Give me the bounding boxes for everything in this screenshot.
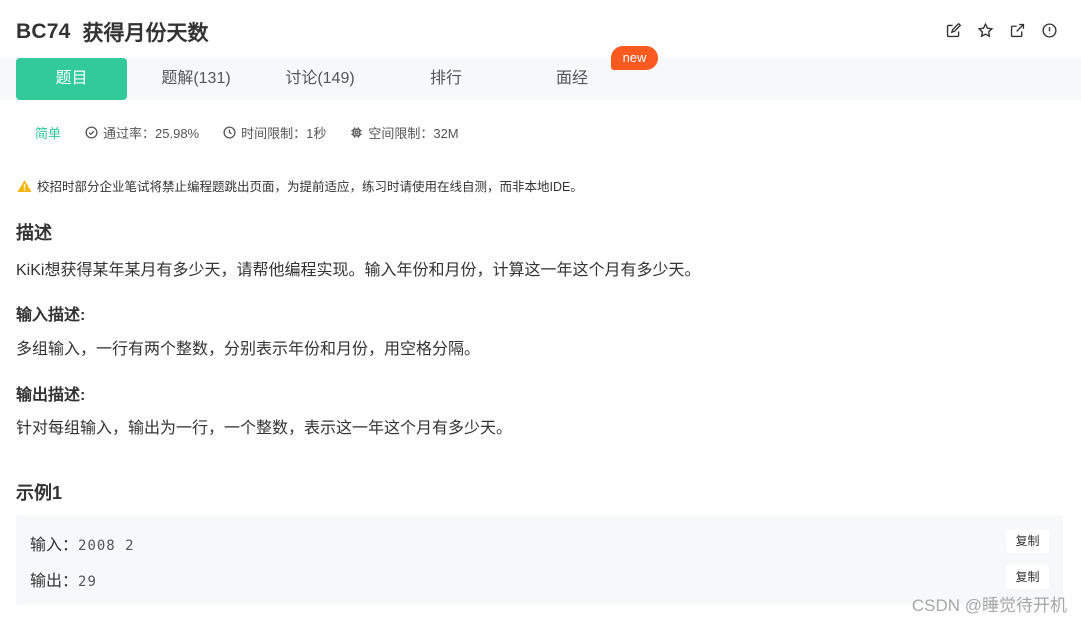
output-desc-heading: 输出描述: <box>16 387 86 404</box>
chip-icon <box>351 126 362 138</box>
title-actions <box>943 20 1059 40</box>
space-limit-text: 空间限制：32M <box>368 125 459 141</box>
difficulty-label: 简单 <box>35 125 62 141</box>
problem-code: BC74 <box>16 20 71 43</box>
description-heading: 描述 <box>16 223 52 243</box>
watermark: CSDN @睡觉待开机 <box>911 596 1067 615</box>
external-link-icon[interactable] <box>1007 20 1027 40</box>
example-input-label: 输入： <box>30 537 79 554</box>
tab-discussion[interactable]: 讨论(149) <box>270 58 370 100</box>
example-heading: 示例1 <box>16 483 63 503</box>
tab-solutions[interactable]: 题解(131) <box>146 58 246 100</box>
example-box: 输入： 2008 2 复制 输出： 29 复制 <box>16 515 1063 605</box>
check-circle-icon <box>85 125 98 139</box>
edit-icon[interactable] <box>943 20 963 40</box>
new-badge: new <box>611 46 658 70</box>
clock-icon <box>223 125 236 139</box>
example-output-value: 29 <box>78 574 97 590</box>
description-text: KiKi想获得某年某月有多少天，请帮他编程实现。输入年份和月份，计算这一年这个月… <box>16 262 701 279</box>
star-icon[interactable] <box>975 20 995 40</box>
input-desc-text: 多组输入，一行有两个整数，分别表示年份和月份，用空格分隔。 <box>16 341 481 358</box>
copy-output-button[interactable]: 复制 <box>1006 565 1049 589</box>
time-limit-text: 时间限制：1秒 <box>241 125 327 141</box>
example-output-label: 输出： <box>30 573 79 590</box>
problem-title: BC74 获得月份天数 <box>16 17 209 47</box>
example-input-value: 2008 2 <box>78 538 135 554</box>
space-limit: 空间限制：32M <box>350 123 459 142</box>
time-limit: 时间限制：1秒 <box>223 123 326 142</box>
tab-interview[interactable]: 面经 <box>534 58 610 100</box>
tab-problem[interactable]: 题目 <box>16 58 127 100</box>
exam-notice: 校招时部分企业笔试将禁止编程题跳出页面，为提前适应，练习时请使用在线自测，而非本… <box>17 176 583 195</box>
output-desc-text: 针对每组输入，输出为一行，一个整数，表示这一年这个月有多少天。 <box>16 420 513 437</box>
problem-meta: 简单 通过率：25.98% 时间限制：1秒 空间限制：32M <box>35 122 483 142</box>
pass-rate-text: 通过率：25.98% <box>103 125 200 141</box>
problem-name: 获得月份天数 <box>82 22 209 45</box>
notice-text: 校招时部分企业笔试将禁止编程题跳出页面，为提前适应，练习时请使用在线自测，而非本… <box>37 180 583 194</box>
copy-input-button[interactable]: 复制 <box>1006 529 1049 553</box>
tab-ranking[interactable]: 排行 <box>408 58 484 100</box>
warning-icon <box>17 179 32 192</box>
tab-bar: 题目 题解(131) 讨论(149) 排行 面经 <box>0 58 1081 100</box>
pass-rate: 通过率：25.98% <box>85 123 199 142</box>
report-icon[interactable] <box>1039 20 1059 40</box>
input-desc-heading: 输入描述: <box>16 307 86 324</box>
example-input: 输入： 2008 2 <box>30 531 135 555</box>
example-output: 输出： 29 <box>30 567 97 591</box>
